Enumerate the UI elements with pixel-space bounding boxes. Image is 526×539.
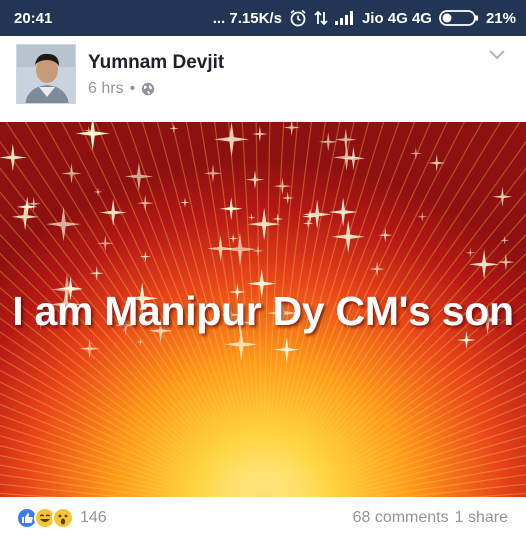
battery-percent: 21% (485, 9, 516, 27)
author-name[interactable]: Yumnam Devjit (88, 52, 224, 74)
battery-icon (439, 9, 479, 27)
image-caption: I am Manipur Dy CM's son (12, 288, 514, 334)
globe-icon (141, 82, 155, 96)
wow-reaction-icon (52, 507, 74, 529)
meta-separator: • (129, 80, 136, 97)
network-speed: ... 7.15K/s (212, 9, 282, 27)
carrier-label: Jio 4G 4G (361, 9, 432, 27)
post-meta: 6 hrs • (88, 80, 155, 98)
status-right: ... 7.15K/s Jio 4G 4G 21% (213, 9, 516, 27)
avatar[interactable] (16, 44, 76, 104)
chevron-down-icon[interactable] (488, 48, 506, 66)
post-footer: 146 68 comments 1 share (0, 497, 526, 539)
reactions-summary[interactable]: 146 (16, 507, 107, 529)
post-image[interactable]: I am Manipur Dy CM's son (0, 122, 526, 497)
status-bar: 20:41 ... 7.15K/s Jio 4G 4G 21% (0, 0, 526, 36)
status-time: 20:41 (14, 9, 53, 27)
data-arrows-icon (314, 10, 328, 26)
post-card: Yumnam Devjit 6 hrs • I am Manipur Dy CM… (0, 36, 526, 539)
engagement-stats: 68 comments 1 share (353, 509, 508, 527)
alarm-icon (289, 9, 307, 27)
reaction-count: 146 (80, 509, 107, 526)
signal-icon (334, 11, 355, 25)
shares-link[interactable]: 1 share (455, 509, 508, 527)
comments-link[interactable]: 68 comments (353, 509, 449, 527)
post-time[interactable]: 6 hrs (88, 80, 124, 98)
